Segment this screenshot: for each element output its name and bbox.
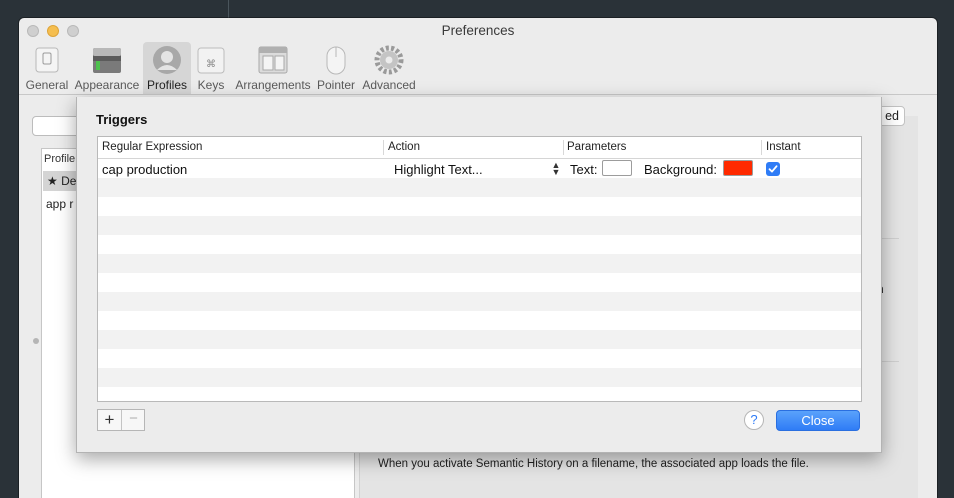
tab-general[interactable]: General xyxy=(23,42,71,94)
profile-list-header: Profile xyxy=(44,153,76,165)
table-header: Regular Expression Action Parameters Ins… xyxy=(98,137,861,159)
tab-appearance[interactable]: Appearance xyxy=(73,42,141,94)
tab-appearance-label: Appearance xyxy=(74,78,140,92)
triggers-table[interactable]: Regular Expression Action Parameters Ins… xyxy=(97,136,862,402)
tab-profiles-label: Profiles xyxy=(146,78,187,92)
column-header-regex[interactable]: Regular Expression xyxy=(102,141,202,153)
column-header-instant[interactable]: Instant xyxy=(766,141,801,153)
column-header-action[interactable]: Action xyxy=(388,141,420,153)
background-color-well[interactable] xyxy=(723,160,753,176)
tab-keys[interactable]: ⌘ Keys xyxy=(193,42,229,94)
arrangements-icon xyxy=(258,46,288,74)
divider xyxy=(879,238,899,239)
general-icon xyxy=(35,47,59,73)
svg-text:⌘: ⌘ xyxy=(206,59,216,70)
chevron-up-down-icon[interactable]: ▲ ▼ xyxy=(551,161,561,177)
column-separator xyxy=(563,140,564,155)
desktop-divider xyxy=(228,0,229,18)
add-remove-control: + − xyxy=(97,409,145,431)
background-color-label: Background: xyxy=(644,162,717,177)
tab-pointer-label: Pointer xyxy=(316,78,356,92)
window-title: Preferences xyxy=(441,23,515,38)
keys-icon: ⌘ xyxy=(197,47,225,74)
profile-row-app[interactable]: app r xyxy=(46,197,73,211)
checkmark-icon xyxy=(768,165,778,173)
pointer-icon xyxy=(326,46,346,75)
triggers-sheet: Triggers Regular Expression Action Param… xyxy=(76,97,882,453)
semantic-history-note: When you activate Semantic History on a … xyxy=(378,458,809,470)
profiles-icon xyxy=(153,46,181,74)
instant-checkbox[interactable] xyxy=(766,162,780,176)
text-color-label: Text: xyxy=(570,162,598,177)
table-striped-rows xyxy=(98,159,861,401)
close-button[interactable]: Close xyxy=(776,410,860,431)
tab-arrangements[interactable]: Arrangements xyxy=(233,42,313,94)
column-separator xyxy=(761,140,762,155)
trigger-action-select[interactable]: Highlight Text... xyxy=(394,162,483,177)
sheet-title: Triggers xyxy=(96,112,148,127)
add-trigger-button[interactable]: + xyxy=(98,410,122,430)
titlebar: Preferences xyxy=(19,18,937,44)
tab-general-label: General xyxy=(25,78,69,92)
tab-advanced[interactable]: Advanced xyxy=(359,42,419,94)
tab-pointer[interactable]: Pointer xyxy=(315,42,357,94)
tab-keys-label: Keys xyxy=(197,78,225,92)
divider xyxy=(879,361,899,362)
column-separator xyxy=(383,140,384,155)
gear-icon xyxy=(374,45,404,75)
tab-arrangements-label: Arrangements xyxy=(235,78,311,92)
trigger-regex-cell[interactable]: cap production xyxy=(102,162,187,177)
tab-advanced-label: Advanced xyxy=(362,78,416,92)
tab-profiles[interactable]: Profiles xyxy=(143,42,191,94)
column-header-parameters[interactable]: Parameters xyxy=(567,141,626,153)
table-row[interactable]: cap production Highlight Text... ▲ ▼ Text… xyxy=(98,159,861,178)
preferences-toolbar: General Appearance Profiles ⌘ Keys Arran… xyxy=(19,42,937,95)
splitter-handle[interactable] xyxy=(33,338,39,344)
appearance-icon xyxy=(93,48,121,73)
remove-trigger-button[interactable]: − xyxy=(122,410,145,430)
help-button[interactable]: ? xyxy=(744,410,764,430)
text-color-well[interactable] xyxy=(602,160,632,176)
